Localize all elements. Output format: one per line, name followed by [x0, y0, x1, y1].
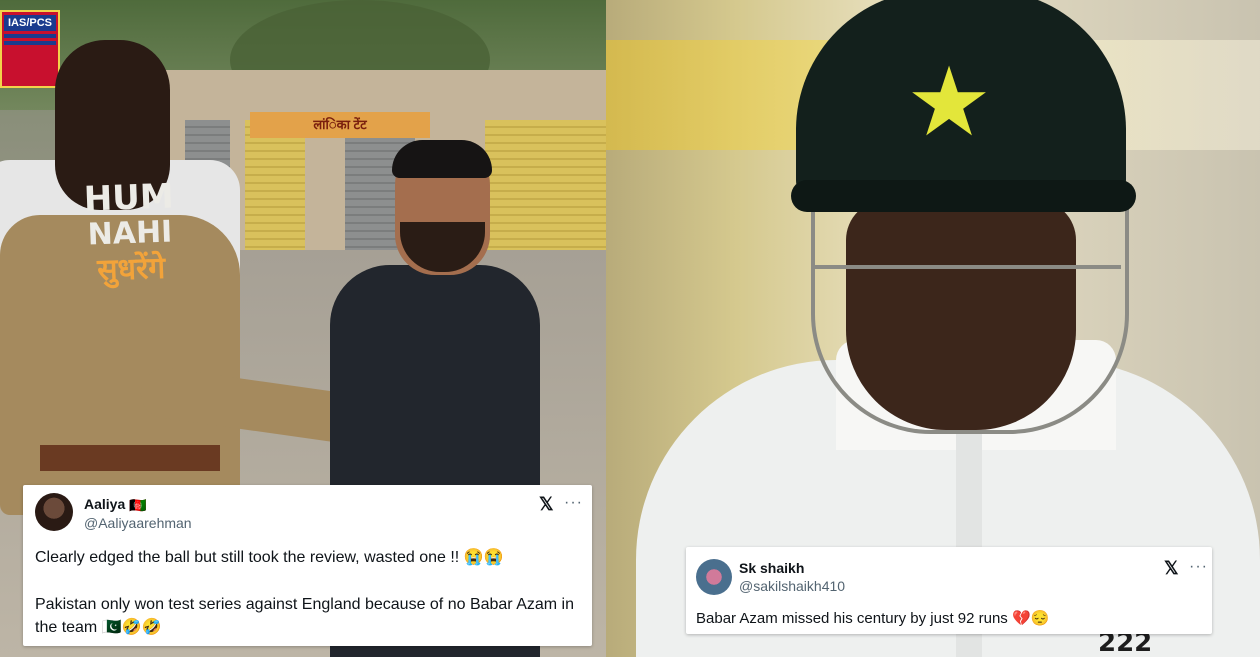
helmet-grill-bar: [811, 265, 1121, 269]
tshirt-line-1: HUM: [83, 176, 175, 220]
author-name-text: Aaliya: [84, 496, 126, 512]
tshirt-line-2: NAHI: [87, 214, 173, 253]
tweet-author-handle[interactable]: @sakilshaikh410: [739, 578, 845, 594]
tweet-card[interactable]: Aaliya 🇦🇫 @Aaliyaarehman 𝕏 ··· Clearly e…: [23, 485, 592, 646]
tweet-card[interactable]: Sk shaikh @sakilshaikh410 𝕏 ··· Babar Az…: [686, 547, 1212, 634]
x-logo-icon[interactable]: 𝕏: [1164, 558, 1179, 579]
helmet-visor: [791, 180, 1136, 212]
coaching-sign-text: [4, 34, 56, 38]
tweet-text: Clearly edged the ball but still took th…: [35, 549, 504, 566]
avatar[interactable]: [35, 493, 73, 531]
tweet-author-handle[interactable]: @Aaliyaarehman: [84, 515, 192, 531]
tweet-author-name[interactable]: Sk shaikh: [739, 560, 804, 576]
shop-sign: लांिका टेंट: [250, 112, 430, 138]
pakistan-star-logo-icon: ★: [906, 49, 993, 156]
helmet-grill: [811, 200, 1129, 434]
tshirt-slogan: HUM NAHI सुधरेंगे: [58, 176, 202, 291]
avatar[interactable]: [696, 559, 732, 595]
tweet-author-name[interactable]: Aaliya 🇦🇫: [84, 496, 147, 514]
x-logo-icon[interactable]: 𝕏: [539, 494, 554, 515]
police-belt: [40, 445, 220, 471]
more-options-icon[interactable]: ···: [1189, 558, 1208, 576]
tweet-text: Babar Azam missed his century by just 92…: [696, 610, 1050, 627]
man-hair: [392, 140, 492, 178]
more-options-icon[interactable]: ···: [564, 494, 583, 512]
tweet-text: Pakistan only won test series against En…: [35, 596, 574, 636]
coaching-sign-text: IAS/PCS: [4, 15, 56, 31]
flag-icon: 🇦🇫: [129, 496, 147, 513]
tshirt-line-3: सुधरेंगे: [96, 250, 166, 289]
